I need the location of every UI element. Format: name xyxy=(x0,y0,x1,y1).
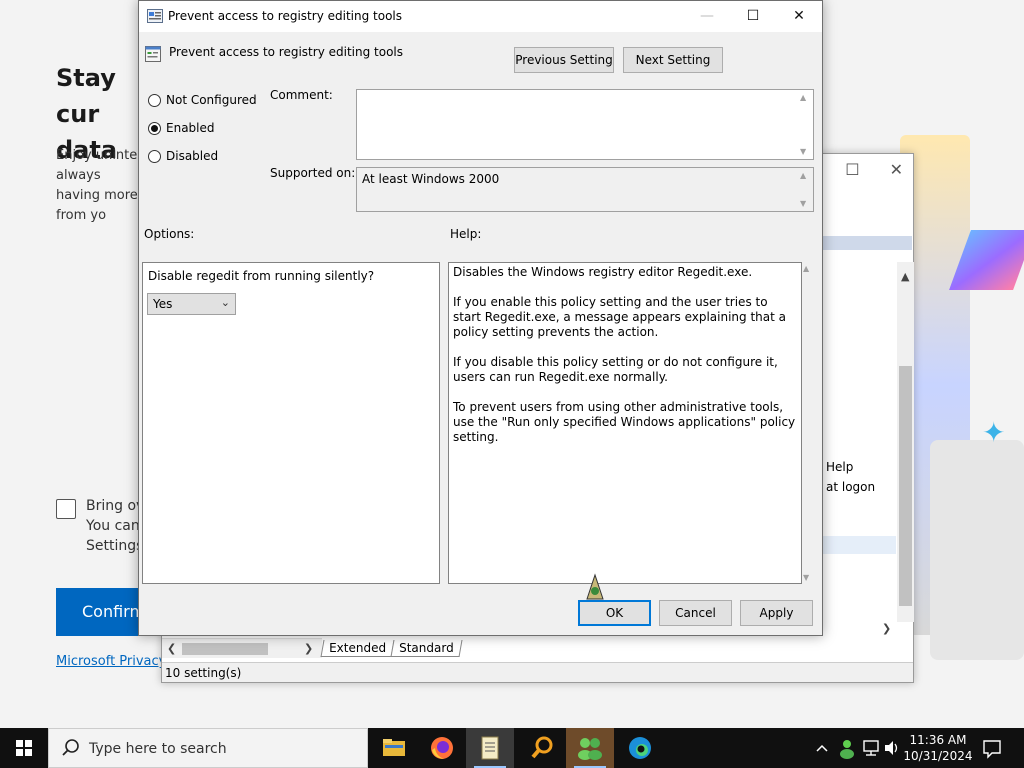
radio-enabled[interactable]: Enabled xyxy=(148,121,215,135)
silent-regedit-dropdown[interactable]: Yes ⌄ xyxy=(147,293,236,315)
firefox-icon[interactable] xyxy=(418,728,466,768)
tab-extended[interactable]: Extended xyxy=(320,640,395,657)
clock-date: 10/31/2024 xyxy=(903,749,973,763)
maximize-icon[interactable]: ☐ xyxy=(845,160,859,179)
busy-cursor-icon xyxy=(586,573,604,600)
scroll-down-icon[interactable]: ▼ xyxy=(800,147,806,156)
sync-page-body: Enjoy uninter always having more from yo xyxy=(56,148,143,223)
title-bar: Prevent access to registry editing tools… xyxy=(139,1,822,32)
help-paragraph: If you disable this policy setting or do… xyxy=(453,355,778,384)
comment-textarea[interactable]: ▲ ▼ xyxy=(356,89,814,160)
scroll-down-icon[interactable]: ▼ xyxy=(803,573,809,582)
scroll-up-icon[interactable]: ▲ xyxy=(800,93,806,102)
close-icon[interactable]: ✕ xyxy=(890,160,903,179)
help-scrollbar[interactable]: ▲ ▼ xyxy=(802,262,814,584)
radio-label: Not Configured xyxy=(166,93,257,107)
windows-start-icon[interactable] xyxy=(0,728,48,768)
decorative-block xyxy=(930,440,1024,660)
option-question: Disable regedit from running silently? xyxy=(148,269,375,283)
help-label: Help: xyxy=(450,227,482,241)
horizontal-scrollbar-thumb[interactable] xyxy=(182,643,268,655)
previous-setting-button[interactable]: Previous Setting xyxy=(514,47,614,73)
help-paragraph: If you enable this policy setting and th… xyxy=(453,295,786,339)
setting-icon xyxy=(145,46,161,62)
horizontal-scrollbar[interactable]: ❮ ❯ xyxy=(162,638,322,658)
scroll-up-icon[interactable]: ▲ xyxy=(901,270,909,283)
help-paragraph: To prevent users from using other admini… xyxy=(453,400,796,444)
search-icon xyxy=(62,739,79,756)
bring-over-text: Bring ov You can Settings. xyxy=(86,498,148,554)
comment-label: Comment: xyxy=(270,88,333,102)
header-band xyxy=(822,236,912,250)
bring-over-checkbox[interactable] xyxy=(56,499,76,519)
sparkle-icon: ✦ xyxy=(982,416,1006,449)
scroll-up-icon[interactable]: ▲ xyxy=(800,171,806,180)
policy-text-help: Help xyxy=(826,460,854,474)
radio-not-configured[interactable]: Not Configured xyxy=(148,93,257,107)
search-placeholder: Type here to search xyxy=(89,741,227,757)
search-app-icon[interactable] xyxy=(518,728,566,768)
radio-circle-selected[interactable] xyxy=(148,121,161,135)
tab-standard[interactable]: Standard xyxy=(390,640,463,657)
setting-header-title: Prevent access to registry editing tools xyxy=(169,45,403,59)
show-hidden-icons-chevron-icon[interactable] xyxy=(812,728,832,768)
status-bar: 10 setting(s) xyxy=(162,662,913,682)
clock-time: 11:36 AM xyxy=(909,733,967,747)
confirm-button[interactable]: Confirm xyxy=(56,588,146,636)
edge-icon[interactable] xyxy=(616,728,664,768)
help-panel: Disables the Windows registry editor Reg… xyxy=(448,262,802,584)
next-setting-button[interactable]: Next Setting xyxy=(623,47,723,73)
radio-circle[interactable] xyxy=(148,93,161,107)
policy-text-logon: at logon xyxy=(826,480,876,494)
user-tray-icon[interactable] xyxy=(836,728,858,768)
taskbar: Type here to search 11:36 AM 10/31/2024 xyxy=(0,728,1024,768)
system-clock[interactable]: 11:36 AM 10/31/2024 xyxy=(900,732,976,764)
scroll-up-icon[interactable]: ▲ xyxy=(803,264,809,273)
notepad-icon[interactable] xyxy=(466,728,514,768)
apply-button[interactable]: Apply xyxy=(740,600,813,626)
selected-row[interactable] xyxy=(822,536,896,554)
cancel-button[interactable]: Cancel xyxy=(659,600,732,626)
window-title: Prevent access to registry editing tools xyxy=(168,9,402,23)
vertical-scrollbar[interactable]: ▲ xyxy=(897,262,914,622)
gpe-window-controls: ☐ ✕ xyxy=(845,160,903,179)
help-paragraph: Disables the Windows registry editor Reg… xyxy=(453,265,753,279)
comment-scrollbar[interactable]: ▲ ▼ xyxy=(797,91,812,158)
maximize-button[interactable]: ☐ xyxy=(730,1,776,32)
policy-setting-dialog: Prevent access to registry editing tools… xyxy=(138,0,823,636)
supported-on-label: Supported on: xyxy=(270,166,356,180)
radio-label: Enabled xyxy=(166,121,215,135)
chevron-down-icon: ⌄ xyxy=(220,296,230,309)
scroll-right-icon[interactable]: ❯ xyxy=(882,622,891,635)
minimize-button[interactable]: — xyxy=(684,1,730,32)
network-icon[interactable] xyxy=(860,728,882,768)
taskbar-search-box[interactable]: Type here to search xyxy=(48,728,368,768)
options-panel: Disable regedit from running silently? Y… xyxy=(142,262,440,584)
radio-disabled[interactable]: Disabled xyxy=(148,149,218,163)
scroll-left-icon[interactable]: ❮ xyxy=(167,642,176,655)
radio-label: Disabled xyxy=(166,149,219,163)
file-explorer-icon[interactable] xyxy=(370,728,418,768)
group-policy-icon[interactable] xyxy=(566,728,614,768)
supported-on-field: At least Windows 2000 ▲ ▼ xyxy=(356,167,814,212)
options-label: Options: xyxy=(144,227,195,241)
policy-icon xyxy=(147,9,163,23)
supported-scrollbar[interactable]: ▲ ▼ xyxy=(797,169,812,210)
view-tabs: Extended Standard xyxy=(320,640,463,657)
close-button[interactable]: ✕ xyxy=(776,1,822,32)
scrollbar-thumb[interactable] xyxy=(899,366,912,606)
supported-on-value: At least Windows 2000 xyxy=(362,172,500,186)
privacy-link[interactable]: Microsoft Privacy xyxy=(56,654,166,669)
scroll-down-icon[interactable]: ▼ xyxy=(800,199,806,208)
ok-button[interactable]: OK xyxy=(578,600,651,626)
radio-circle[interactable] xyxy=(148,149,161,163)
volume-icon[interactable] xyxy=(882,728,902,768)
dropdown-value: Yes xyxy=(153,297,173,311)
scroll-right-small-icon[interactable]: ❯ xyxy=(304,642,313,655)
notifications-icon[interactable] xyxy=(980,728,1004,768)
